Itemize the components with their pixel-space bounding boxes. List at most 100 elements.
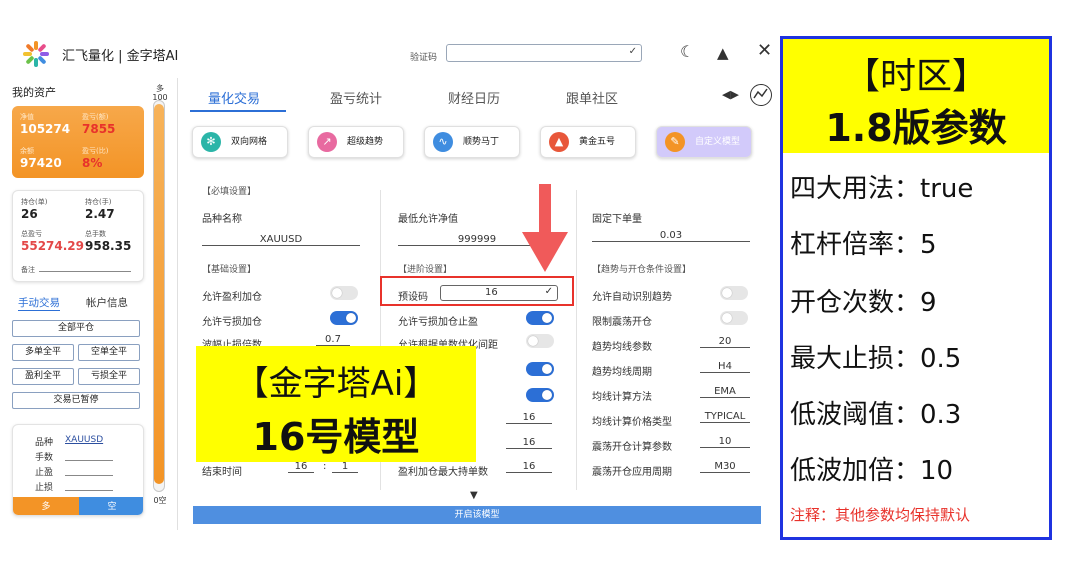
position-count-value: 26 [21,207,38,221]
model-martin-button[interactable]: ∿ 顺势马丁 [424,126,520,158]
fixed-lot-label: 固定下单量 [592,214,642,225]
param-input-b[interactable]: 16 [506,437,552,449]
symbol-value[interactable]: XAUUSD [65,435,103,445]
tab-pnl-stats[interactable]: 盈亏统计 [330,88,382,107]
lots-input[interactable] [65,460,113,461]
fixed-lot-input[interactable]: 0.03 [592,230,750,242]
close-loss-button[interactable]: 亏损全平 [78,368,140,385]
wave-icon: ∿ [433,132,453,152]
model-martin-label: 顺势马丁 [463,137,500,147]
allow-loss-add-label: 允许亏损加仓 [202,317,262,328]
param-row: 开仓次数：9 [790,288,937,318]
slider-bottom-label: 0空 [153,496,167,505]
trend-period-input[interactable]: H4 [700,361,750,373]
end-hour-input[interactable]: 16 [288,461,314,473]
allow-pos-opt-toggle[interactable] [526,334,554,348]
overlay-line-1: 【金字塔Ai】 [234,364,438,404]
expand-down-icon[interactable]: ▼ [470,490,478,501]
pnl-ratio-value: 8% [82,156,103,170]
tab-quant-trade[interactable]: 量化交易 [208,88,260,107]
close-all-button[interactable]: 全部平仓 [12,320,140,337]
position-count-label: 持仓(单) [21,198,48,206]
collapse-icon[interactable]: ▲ [717,44,729,62]
start-model-button[interactable]: 开启该模型 [193,506,761,524]
allow-loss-add-toggle[interactable] [330,311,358,325]
option-toggle-a[interactable] [526,362,554,376]
allow-profit-add-label: 允许盈利加仓 [202,292,262,303]
lots-label: 手数 [35,453,54,463]
preset-code-value: 16 [485,287,498,298]
tab-copy-community[interactable]: 跟单社区 [566,88,618,107]
trend-period-label: 趋势均线周期 [592,367,652,378]
shock-period-label: 震荡开仓应用周期 [592,467,672,478]
parameter-note: 注释：其他参数均保持默认 [790,506,971,524]
timezone-heading: 【时区】 [843,56,988,97]
param-row: 低波阈值：0.3 [790,400,962,430]
model-custom-button[interactable]: ✎ 自定义模型 [656,126,752,158]
time-colon: : [323,461,327,472]
loss-mult-input[interactable]: 0.7 [316,334,350,346]
param-input-a[interactable]: 16 [506,412,552,424]
option-toggle-b[interactable] [526,388,554,402]
advanced-section: 【进阶设置】 [398,265,453,275]
buy-long-button[interactable]: 多 [13,497,79,515]
model-grid-button[interactable]: ✻ 双向网格 [192,126,288,158]
allow-loss-stop-label: 允许亏损加仓止盈 [398,317,478,328]
shock-param-input[interactable]: 10 [700,436,750,448]
pnl-ratio-label: 盈亏(比) [82,147,109,155]
param-row: 最大止损：0.5 [790,344,962,374]
preset-code-select[interactable]: 16 ✓ [440,285,558,301]
auto-trend-toggle[interactable] [720,286,748,300]
close-long-button[interactable]: 多单全平 [12,344,74,361]
max-profit-lots-input[interactable]: 16 [506,461,552,473]
take-profit-label: 止盈 [35,468,54,478]
sell-short-button[interactable]: 空 [79,497,143,515]
arrows-icon[interactable]: ◀▶ [722,88,739,101]
ma-method-label: 均线计算方法 [592,392,652,403]
allow-profit-add-toggle[interactable] [330,286,358,300]
symbol-name-input[interactable]: XAUUSD [202,234,360,246]
model-trend-button[interactable]: ↗ 超级趋势 [308,126,404,158]
close-short-button[interactable]: 空单全平 [78,344,140,361]
auto-trend-label: 允许自动识别趋势 [592,292,672,303]
symbol-label: 品种 [35,438,54,448]
total-lots-value: 958.35 [85,239,132,253]
tab-account-info[interactable]: 帐户信息 [86,295,128,310]
symbol-name-label: 品种名称 [202,214,242,225]
shock-period-input[interactable]: M30 [700,461,750,473]
verify-code-select[interactable]: ✓ [446,44,642,62]
total-pnl-value: 55274.29 [21,239,85,253]
tab-econ-calendar[interactable]: 财经日历 [448,88,500,107]
note-label: 备注 [21,266,35,274]
assets-title: 我的资产 [12,86,56,99]
chevron-down-icon: ✓ [628,46,637,57]
take-profit-input[interactable] [65,475,113,476]
note-input[interactable] [39,271,131,272]
gold-icon: ▲ [549,132,569,152]
stop-loss-input[interactable] [65,490,113,491]
trend-ma-label: 趋势均线参数 [592,342,652,353]
chart-icon[interactable] [750,84,772,106]
tab-manual-trade[interactable]: 手动交易 [18,295,60,311]
chevron-down-icon: ✓ [544,286,553,297]
allow-loss-stop-toggle[interactable] [526,311,554,325]
total-pnl-label: 总盈亏 [21,230,42,238]
trading-paused-button[interactable]: 交易已暂停 [12,392,140,409]
ma-price-input[interactable]: TYPICAL [700,411,750,423]
grid-icon: ✻ [201,132,221,152]
min-equity-label: 最低允许净值 [398,214,458,225]
total-lots-label: 总手数 [85,230,106,238]
parameter-header: 【时区】 1.8版参数 [783,39,1049,153]
param-row: 四大用法：true [790,174,974,204]
overlay-line-2: 16号模型 [252,415,420,459]
trend-ma-input[interactable]: 20 [700,336,750,348]
model-gold-button[interactable]: ▲ 黄金五号 [540,126,636,158]
close-profit-button[interactable]: 盈利全平 [12,368,74,385]
end-minute-input[interactable]: 1 [332,461,358,473]
ma-method-input[interactable]: EMA [700,386,750,398]
stop-loss-label: 止损 [35,483,54,493]
basic-section: 【基础设置】 [202,265,257,275]
moon-icon[interactable]: ☾ [680,42,694,61]
close-icon[interactable]: ✕ [757,40,772,61]
limit-shock-toggle[interactable] [720,311,748,325]
